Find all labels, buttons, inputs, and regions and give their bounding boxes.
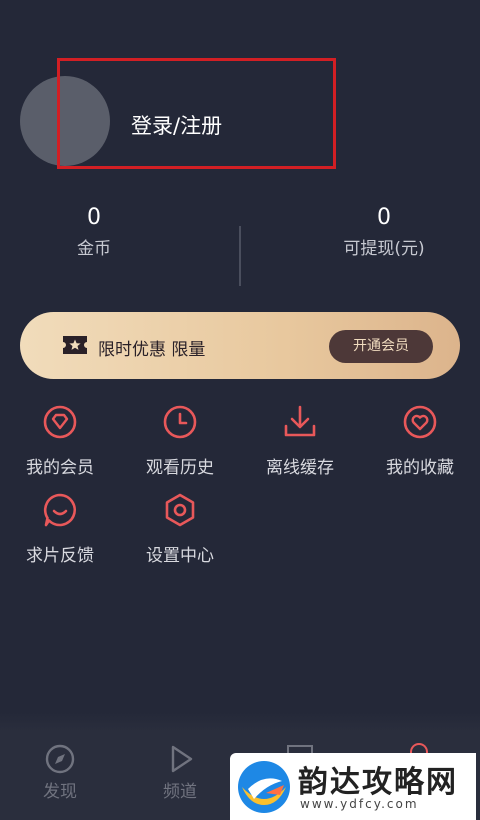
menu-item-watch-history[interactable]: 观看历史	[120, 404, 240, 478]
play-icon	[171, 745, 193, 773]
withdrawable-stat[interactable]: 0 可提现(元)	[322, 205, 446, 259]
nav-tab-discover[interactable]: 发现	[20, 743, 100, 802]
stats-divider	[239, 226, 241, 286]
compass-icon	[45, 744, 75, 774]
coins-value: 0	[87, 205, 101, 230]
nav-label-discover: 发现	[43, 782, 77, 802]
menu-label-offline-cache: 离线缓存	[266, 458, 334, 478]
coins-label: 金币	[77, 239, 111, 259]
vip-diamond-icon	[43, 405, 77, 439]
withdrawable-value: 0	[377, 205, 391, 230]
menu-label-my-favorites: 我的收藏	[386, 458, 454, 478]
ticket-star-icon	[63, 336, 87, 354]
withdrawable-label: 可提现(元)	[343, 239, 425, 259]
watermark-logo-icon	[238, 761, 290, 813]
open-vip-button[interactable]: 开通会员	[329, 330, 433, 363]
download-icon	[284, 405, 316, 437]
menu-label-watch-history: 观看历史	[146, 458, 214, 478]
menu-label-settings: 设置中心	[146, 546, 214, 566]
coins-stat[interactable]: 0 金币	[56, 205, 132, 259]
menu-item-settings[interactable]: 设置中心	[120, 492, 240, 566]
menu-item-offline-cache[interactable]: 离线缓存	[240, 404, 360, 478]
heart-icon	[403, 405, 437, 439]
clock-icon	[163, 405, 197, 439]
watermark-url: www.ydfcy.com	[300, 797, 419, 811]
menu-item-my-vip[interactable]: 我的会员	[0, 404, 120, 478]
menu-label-my-vip: 我的会员	[26, 458, 94, 478]
nav-shadow	[0, 712, 480, 732]
feedback-chat-icon	[43, 493, 76, 527]
watermark-title: 韵达攻略网	[298, 765, 458, 800]
nav-label-channel: 频道	[163, 782, 197, 802]
menu-label-request-feedback: 求片反馈	[26, 546, 94, 566]
nav-tab-channel[interactable]: 频道	[140, 743, 220, 802]
watermark-overlay: 韵达攻略网 www.ydfcy.com	[230, 753, 476, 820]
settings-hexagon-icon	[165, 493, 195, 527]
menu-item-request-feedback[interactable]: 求片反馈	[0, 492, 120, 566]
vip-promo-text: 限时优惠 限量	[98, 340, 206, 360]
vip-promo-banner[interactable]: 限时优惠 限量 开通会员	[20, 312, 460, 379]
login-register-link[interactable]: 登录/注册	[131, 110, 222, 140]
menu-item-my-favorites[interactable]: 我的收藏	[360, 404, 480, 478]
